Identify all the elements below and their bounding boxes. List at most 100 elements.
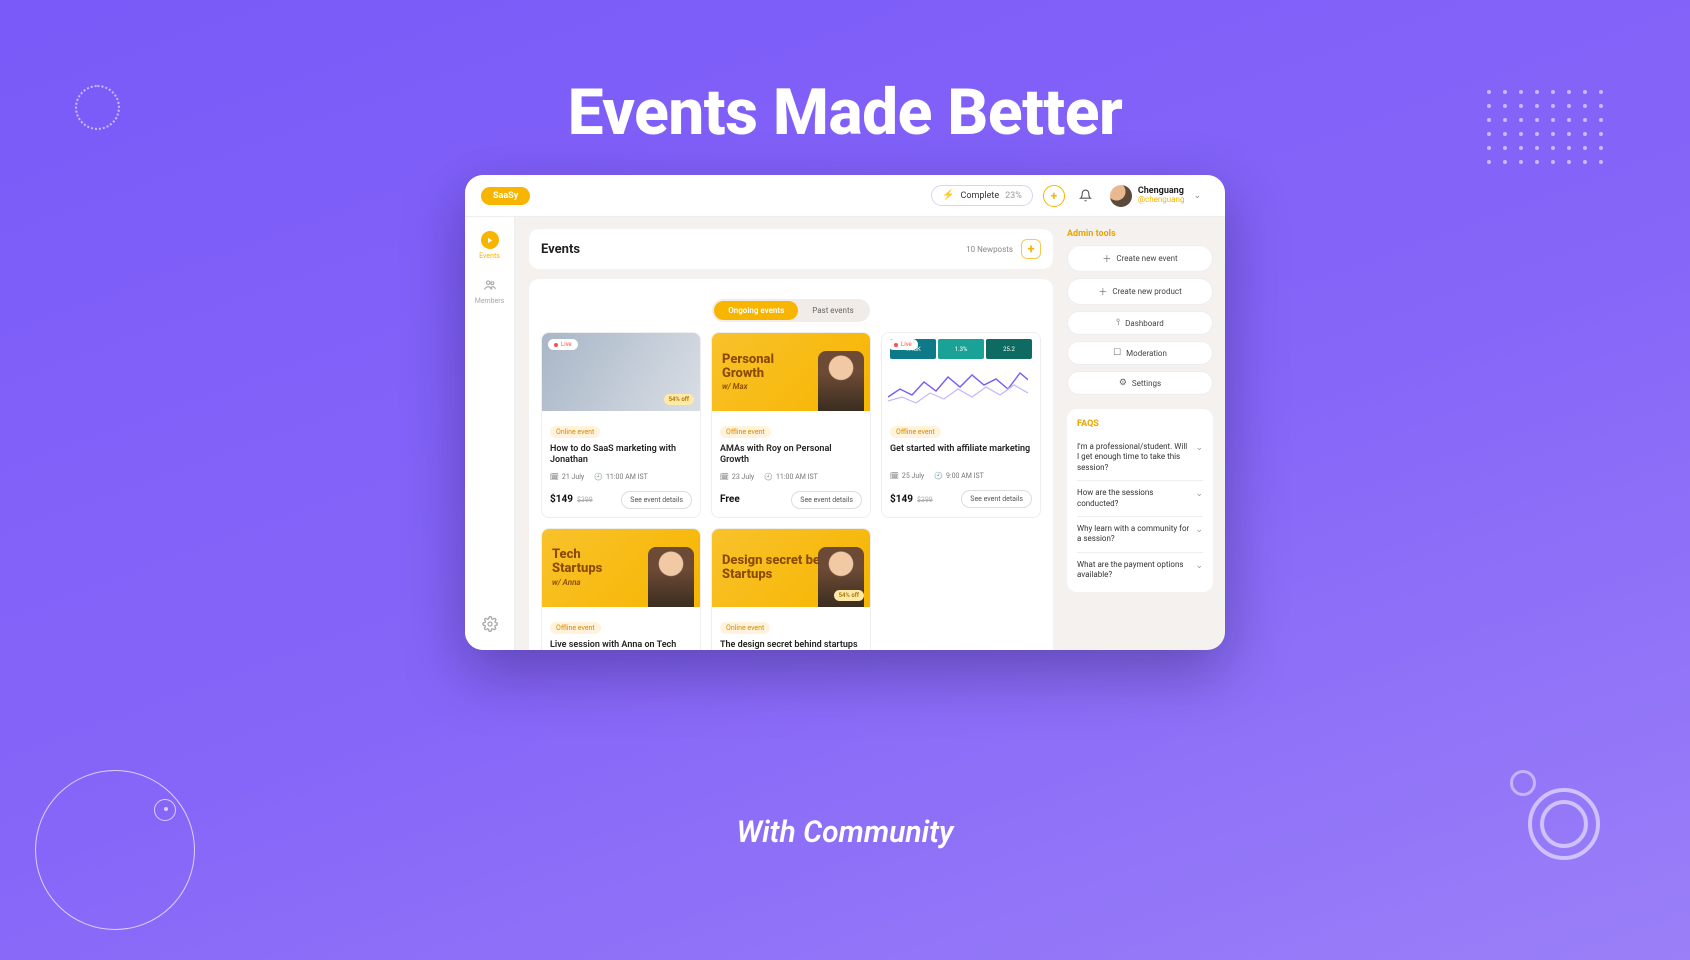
event-card-3[interactable]: TechStartupsw/ Anna Offline event Live s… <box>541 528 701 651</box>
live-badge: Live <box>548 339 578 350</box>
faq-question: Why learn with a community for a session… <box>1077 524 1189 545</box>
live-badge: Live <box>888 339 918 350</box>
admin-button-2[interactable]: ⫯ Dashboard <box>1067 311 1213 335</box>
faq-item-3[interactable]: What are the payment options available?⌄ <box>1077 553 1203 588</box>
discount-badge: 54% off <box>664 394 694 405</box>
calendar-icon: 🗓 <box>890 472 899 480</box>
event-date: 25 July <box>902 472 924 480</box>
main-content: Events 10 Newposts + Ongoing events Past… <box>515 217 1067 650</box>
decoration-big-circle <box>35 770 195 930</box>
calendar-icon: 🗓 <box>720 473 729 481</box>
cover-title: PersonalGrowth <box>722 353 774 380</box>
admin-button-icon: ＋ <box>1098 285 1107 298</box>
event-tag: Online event <box>720 622 770 634</box>
calendar-icon: 🗓 <box>550 473 559 481</box>
event-tag: Offline event <box>890 426 941 438</box>
event-title: Get started with affiliate marketing <box>890 444 1032 466</box>
admin-button-label: Moderation <box>1126 349 1167 358</box>
event-price: $149$399 <box>890 494 933 505</box>
faq-item-1[interactable]: How are the sessions conducted? ⌄ <box>1077 481 1203 517</box>
admin-button-label: Settings <box>1132 379 1161 388</box>
faqs-heading: FAQS <box>1077 419 1203 429</box>
admin-button-icon: ⚙ <box>1119 378 1127 388</box>
sidebar-nav: Events Members <box>465 217 515 650</box>
event-date: 21 July <box>562 473 584 481</box>
nav-label: Events <box>479 252 500 260</box>
cover-portrait <box>648 547 694 607</box>
faq-question: I'm a professional/student. Will I get e… <box>1077 442 1189 473</box>
complete-progress-pill[interactable]: ⚡ Complete 23% <box>931 185 1033 206</box>
clock-icon: 🕘 <box>934 472 943 480</box>
clock-icon: 🕘 <box>594 473 603 481</box>
event-meta: 🗓25 July 🕘9:00 AM IST <box>890 472 1032 480</box>
members-icon <box>481 276 499 294</box>
new-event-button[interactable]: + <box>1021 239 1041 259</box>
clock-icon: 🕘 <box>764 473 773 481</box>
page-title: Events <box>541 242 580 257</box>
app-window: SaaSy ⚡ Complete 23% + Chenguang @chengu… <box>465 175 1225 650</box>
cover-sub: w/ Anna <box>552 578 581 587</box>
admin-button-1[interactable]: ＋ Create new product <box>1067 278 1213 305</box>
admin-button-icon: ☐ <box>1113 348 1121 358</box>
faq-question: What are the payment options available? <box>1077 560 1189 581</box>
admin-heading: Admin tools <box>1067 229 1213 239</box>
user-handle: @chenguang <box>1138 196 1185 204</box>
event-meta: 🗓23 July 🕘11:00 AM IST <box>720 473 862 481</box>
faq-item-0[interactable]: I'm a professional/student. Will I get e… <box>1077 435 1203 481</box>
play-icon <box>481 231 499 249</box>
admin-button-label: Dashboard <box>1125 319 1164 328</box>
admin-button-0[interactable]: ＋ Create new event <box>1067 245 1213 272</box>
event-card-4[interactable]: Design secret behindStartups54% off Onli… <box>711 528 871 651</box>
cover-sub: w/ Max <box>722 382 748 391</box>
nav-item-members[interactable]: Members <box>475 276 505 305</box>
admin-button-icon: ＋ <box>1102 252 1111 265</box>
event-title: How to do SaaS marketing with Jonathan <box>550 444 692 467</box>
admin-button-4[interactable]: ⚙ Settings <box>1067 371 1213 395</box>
admin-button-icon: ⫯ <box>1116 318 1120 328</box>
events-tabs: Ongoing events Past events <box>712 299 869 322</box>
event-tag: Online event <box>550 426 600 438</box>
complete-percent: 23% <box>1005 191 1022 201</box>
faq-question: How are the sessions conducted? <box>1077 488 1189 509</box>
tab-ongoing[interactable]: Ongoing events <box>714 301 798 320</box>
event-tag: Offline event <box>720 426 771 438</box>
event-title: Live session with Anna on Tech Startups <box>550 640 692 651</box>
admin-button-label: Create new product <box>1112 287 1181 296</box>
user-menu[interactable]: Chenguang @chenguang ⌄ <box>1107 182 1209 210</box>
event-date: 23 July <box>732 473 754 481</box>
see-details-button[interactable]: See event details <box>621 491 692 509</box>
event-time: 11:00 AM IST <box>776 473 818 481</box>
gear-icon <box>482 616 498 632</box>
logo[interactable]: SaaSy <box>481 187 530 205</box>
discount-badge: 54% off <box>834 590 864 601</box>
topbar: SaaSy ⚡ Complete 23% + Chenguang @chengu… <box>465 175 1225 217</box>
tab-past[interactable]: Past events <box>798 301 868 320</box>
nav-item-events[interactable]: Events <box>479 231 500 260</box>
complete-label: Complete <box>961 191 1000 201</box>
admin-button-label: Create new event <box>1116 254 1177 263</box>
event-card-2[interactable]: 17.6K1.3%25.2Live Offline event Get star… <box>881 332 1041 518</box>
event-old-price: $399 <box>577 496 593 504</box>
event-card-1[interactable]: PersonalGrowthw/ Max Offline event AMAs … <box>711 332 871 518</box>
event-price: Free <box>720 494 740 505</box>
event-cover: Live 54% off <box>542 333 700 411</box>
admin-button-3[interactable]: ☐ Moderation <box>1067 341 1213 365</box>
event-cover: 17.6K1.3%25.2Live <box>882 333 1040 411</box>
chevron-down-icon: ⌄ <box>1195 489 1203 499</box>
see-details-button[interactable]: See event details <box>961 490 1032 508</box>
faq-item-2[interactable]: Why learn with a community for a session… <box>1077 517 1203 553</box>
event-card-0[interactable]: Live 54% off Online event How to do SaaS … <box>541 332 701 518</box>
admin-tools-section: Admin tools ＋ Create new event ＋ Create new… <box>1067 229 1213 395</box>
add-button[interactable]: + <box>1043 185 1065 207</box>
cover-portrait <box>818 351 864 411</box>
newposts-count: 10 Newposts <box>966 245 1013 254</box>
event-cover: Design secret behindStartups54% off <box>712 529 870 607</box>
chevron-down-icon: ⌄ <box>1193 191 1201 201</box>
see-details-button[interactable]: See event details <box>791 491 862 509</box>
hero-subtitle: With Community <box>0 815 1690 850</box>
event-cover: TechStartupsw/ Anna <box>542 529 700 607</box>
nav-settings[interactable] <box>482 616 498 636</box>
bell-icon <box>1079 189 1092 202</box>
avatar <box>1110 185 1132 207</box>
notifications-button[interactable] <box>1075 185 1097 207</box>
